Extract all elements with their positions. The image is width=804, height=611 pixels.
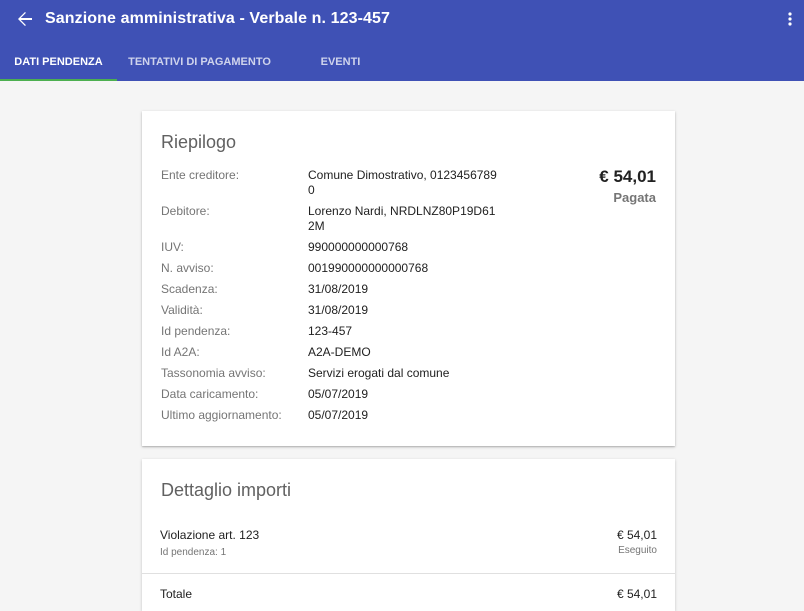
detail-label: Ente creditore: bbox=[161, 168, 240, 182]
detail-value: 05/07/2019 bbox=[308, 387, 369, 401]
page-title: Sanzione amministrativa - Verbale n. 123… bbox=[45, 10, 390, 27]
more-vert-icon bbox=[788, 12, 792, 26]
detail-label: Data caricamento: bbox=[161, 387, 259, 401]
tab-eventi[interactable]: EVENTI bbox=[282, 52, 399, 81]
back-button[interactable] bbox=[13, 7, 37, 31]
divider bbox=[142, 573, 675, 574]
app-bar: Sanzione amministrativa - Verbale n. 123… bbox=[0, 0, 804, 81]
detail-label: Validità: bbox=[161, 303, 203, 317]
detail-value: 123-457 bbox=[308, 324, 353, 338]
detail-label: Tassonomia avviso: bbox=[161, 366, 266, 380]
item-description: Violazione art. 123 bbox=[160, 528, 260, 542]
detail-label: Scadenza: bbox=[161, 282, 218, 296]
more-options-button[interactable] bbox=[782, 8, 798, 30]
detail-label: Id A2A: bbox=[161, 345, 200, 359]
detail-value: 31/08/2019 bbox=[308, 282, 369, 296]
detail-label: IUV: bbox=[161, 240, 184, 254]
detail-value: 31/08/2019 bbox=[308, 303, 369, 317]
tab-label: TENTATIVI DI PAGAMENTO bbox=[128, 56, 271, 68]
item-subtitle: Id pendenza: 1 bbox=[160, 547, 227, 558]
status-badge: Pagata bbox=[613, 190, 656, 205]
detail-value: 001990000000000768 bbox=[308, 261, 429, 275]
dettaglio-importi-card: Dettaglio importi Violazione art. 123 Id… bbox=[142, 459, 675, 611]
tab-tentativi-di-pagamento[interactable]: TENTATIVI DI PAGAMENTO bbox=[117, 52, 282, 81]
item-status: Eseguito bbox=[618, 545, 657, 556]
list-item: Violazione art. 123 Id pendenza: 1 € 54,… bbox=[142, 525, 675, 565]
detail-value: Comune Dimostrativo, 01234567890 bbox=[308, 168, 497, 197]
tab-label: DATI PENDENZA bbox=[14, 56, 103, 68]
active-tab-indicator bbox=[0, 79, 117, 81]
detail-value: Lorenzo Nardi, NRDLNZ80P19D612M bbox=[308, 204, 496, 233]
detail-label: Debitore: bbox=[161, 204, 210, 218]
card-title: Riepilogo bbox=[161, 132, 237, 152]
tab-dati-pendenza[interactable]: DATI PENDENZA bbox=[0, 52, 117, 81]
card-title: Dettaglio importi bbox=[161, 480, 292, 500]
detail-value: A2A-DEMO bbox=[308, 345, 371, 359]
total-amount: € 54,01 bbox=[616, 587, 657, 601]
total-label: Totale bbox=[160, 587, 193, 601]
detail-value: 990000000000768 bbox=[308, 240, 409, 254]
detail-label: N. avviso: bbox=[161, 261, 214, 275]
riepilogo-card: Riepilogo € 54,01 Pagata Ente creditore:… bbox=[142, 111, 675, 446]
detail-label: Id pendenza: bbox=[161, 324, 231, 338]
detail-label: Ultimo aggiornamento: bbox=[161, 408, 282, 422]
arrow-left-icon bbox=[18, 12, 32, 26]
detail-value: Servizi erogati dal comune bbox=[308, 366, 450, 380]
tab-label: EVENTI bbox=[320, 56, 361, 68]
detail-value: 05/07/2019 bbox=[308, 408, 369, 422]
item-amount: € 54,01 bbox=[616, 528, 657, 542]
amount: € 54,01 bbox=[599, 167, 656, 186]
